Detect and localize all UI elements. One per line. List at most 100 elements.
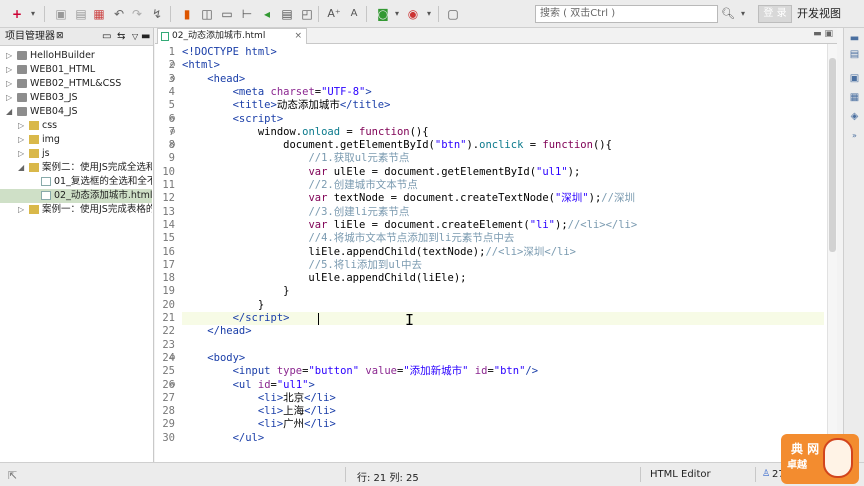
code-line[interactable]: </head> xyxy=(182,325,251,338)
code-line[interactable]: document.getElementById("btn").onclick =… xyxy=(182,139,612,152)
collapsed-arrow-icon[interactable]: ▷ xyxy=(18,203,24,217)
code-line[interactable]: <ul id="ul1"> xyxy=(182,379,315,392)
code-line[interactable]: <li>上海</li> xyxy=(182,405,336,418)
code-line[interactable]: </ul> xyxy=(182,432,265,445)
expanded-arrow-icon[interactable]: ◢ xyxy=(6,105,12,119)
fold-toggle-icon[interactable]: ⊖ xyxy=(170,113,175,126)
code-line[interactable]: <!DOCTYPE html> xyxy=(182,46,277,59)
code-line[interactable]: <li>广州</li> xyxy=(182,418,336,431)
outline-icon[interactable]: ▤ xyxy=(278,5,296,23)
maximize-icon[interactable]: ▣ xyxy=(848,72,861,85)
format-icon[interactable]: ◂ xyxy=(258,5,276,23)
tab-current-file[interactable]: 02_动态添加城市.html × xyxy=(157,28,307,44)
redo-icon[interactable]: ↷ xyxy=(128,5,146,23)
collapsed-arrow-icon[interactable]: ▷ xyxy=(6,77,12,91)
save-all-icon[interactable]: ▤ xyxy=(72,5,90,23)
structure-icon[interactable]: ▦ xyxy=(848,91,861,104)
tree-item[interactable]: ▷ WEB01_HTML xyxy=(0,63,152,77)
code-line[interactable]: //1.获取ul元素节点 xyxy=(182,152,409,165)
undo-icon[interactable]: ↶ xyxy=(110,5,128,23)
fold-toggle-icon[interactable]: ⊖ xyxy=(170,73,175,86)
tree-item[interactable]: ▷ css xyxy=(0,119,152,133)
tree-item[interactable]: ▷ js xyxy=(0,147,152,161)
code-line[interactable]: <body> xyxy=(182,352,245,365)
tree-item[interactable]: ▷ WEB02_HTML&CSS xyxy=(0,77,152,91)
menu-icon[interactable]: ▽ xyxy=(132,28,138,45)
run-icon[interactable]: ▦ xyxy=(90,5,108,23)
lowercase-icon[interactable]: A xyxy=(345,5,363,23)
login-button[interactable]: 登 录 xyxy=(758,5,792,23)
uppercase-icon[interactable]: A⁺ xyxy=(325,5,343,23)
open-file-icon[interactable]: ▭ xyxy=(218,5,236,23)
minimize-icon[interactable]: ▬ ▣ xyxy=(813,29,833,39)
minimize-icon[interactable]: ▬ xyxy=(848,32,861,45)
code-line[interactable]: <meta charset="UTF-8"> xyxy=(182,86,372,99)
code-line[interactable]: } xyxy=(182,299,264,312)
search-icon[interactable]: 🔍︎ xyxy=(720,5,736,23)
chevron-down-icon[interactable]: ▾ xyxy=(735,5,751,23)
vertical-scrollbar[interactable] xyxy=(827,44,837,462)
new-file-icon[interactable]: ◫ xyxy=(198,5,216,23)
dropdown-icon[interactable]: ▾ xyxy=(420,5,438,23)
code-line[interactable]: liEle.appendChild(textNode);//<li>深圳</li… xyxy=(182,246,576,259)
link-icon[interactable]: ⇆ xyxy=(117,28,125,45)
fold-toggle-icon[interactable]: ⊖ xyxy=(170,59,175,72)
collapse-icon[interactable]: ▭ xyxy=(102,28,111,45)
scrollbar-thumb[interactable] xyxy=(829,58,836,252)
collapsed-arrow-icon[interactable]: ▷ xyxy=(6,91,12,105)
save-icon[interactable]: ▣ xyxy=(52,5,70,23)
collapsed-arrow-icon[interactable]: ▷ xyxy=(6,49,12,63)
code-line[interactable]: //5.将li添加到ul中去 xyxy=(182,259,422,272)
code-line[interactable]: //4.将城市文本节点添加到li元素节点中去 xyxy=(182,232,514,245)
tree-item[interactable]: 01_复选框的全选和全不选.h xyxy=(0,175,152,189)
search-input[interactable]: 搜索 ( 双击Ctrl ) xyxy=(535,5,718,23)
fold-toggle-icon[interactable]: ⊖ xyxy=(170,352,175,365)
code-line[interactable]: var liEle = document.createElement("li")… xyxy=(182,219,637,232)
jump-icon[interactable]: ↯ xyxy=(148,5,166,23)
close-icon[interactable]: ⊠ xyxy=(56,28,64,45)
preview-icon[interactable]: ◰ xyxy=(298,5,316,23)
minimize-icon[interactable]: ▬ xyxy=(141,28,150,45)
tree-item[interactable]: ◢ WEB04_JS xyxy=(0,105,152,119)
collapsed-arrow-icon[interactable]: ▷ xyxy=(18,133,24,147)
fold-toggle-icon[interactable]: ⊖ xyxy=(170,126,175,139)
collapsed-arrow-icon[interactable]: ▷ xyxy=(6,63,12,77)
code-line[interactable]: <html> xyxy=(182,59,220,72)
code-line[interactable]: </script> xyxy=(182,312,290,325)
info-icon[interactable]: ▢ xyxy=(444,5,462,23)
code-area[interactable]: 1 <!DOCTYPE html> 2 ⊖ <html> 3 ⊖ <head> 4 <meta… xyxy=(155,45,837,462)
code-line[interactable]: window.onload = function(){ xyxy=(182,126,429,139)
perspective-switch[interactable]: 开发视图 xyxy=(795,5,863,23)
collapsed-arrow-icon[interactable]: ▷ xyxy=(18,119,24,133)
code-line[interactable]: var textNode = document.createTextNode("… xyxy=(182,192,635,205)
code-line[interactable]: } xyxy=(182,285,289,298)
code-line[interactable]: //2.创建城市文本节点 xyxy=(182,179,417,192)
code-line[interactable]: <script> xyxy=(182,113,284,126)
code-line[interactable]: <title>动态添加城市</title> xyxy=(182,99,391,112)
code-line[interactable]: <li>北京</li> xyxy=(182,392,336,405)
code-line[interactable]: <head> xyxy=(182,73,245,86)
tree-item[interactable]: ◢ 案例二：使用JS完成全选和全不选 xyxy=(0,161,152,175)
chevron-right-icon[interactable]: » xyxy=(848,129,861,142)
code-line[interactable]: var ulEle = document.getElementById("ul1… xyxy=(182,166,580,179)
line-number: 4 xyxy=(168,85,175,98)
tree-item[interactable]: ▷ WEB03_JS xyxy=(0,91,152,105)
bookmark-icon[interactable]: ▮ xyxy=(178,5,196,23)
back-icon[interactable]: ⊢ xyxy=(238,5,256,23)
line-number: 1 xyxy=(168,46,175,58)
close-tab-icon[interactable]: × xyxy=(294,29,302,43)
dropdown-icon[interactable]: ▾ xyxy=(24,5,42,23)
outline-icon[interactable]: ▤ xyxy=(848,48,861,61)
tree-item[interactable]: ▷ 案例一：使用JS完成表格的隔行 xyxy=(0,203,152,217)
code-line[interactable]: <input type="button" value="添加新城市" id="b… xyxy=(182,365,538,378)
tree-item[interactable]: 02_动态添加城市.html xyxy=(0,189,152,203)
tree-item[interactable]: ▷ HelloHBuilder xyxy=(0,49,152,63)
tree-item[interactable]: ▷ img xyxy=(0,133,152,147)
fold-toggle-icon[interactable]: ⊖ xyxy=(170,379,175,392)
expanded-arrow-icon[interactable]: ◢ xyxy=(18,161,24,175)
collapsed-arrow-icon[interactable]: ▷ xyxy=(18,147,24,161)
code-line[interactable]: ulEle.appendChild(liEle); xyxy=(182,272,466,285)
fold-toggle-icon[interactable]: ⊖ xyxy=(170,139,175,152)
settings-icon[interactable]: ◈ xyxy=(848,110,861,123)
code-line[interactable]: //3.创建li元素节点 xyxy=(182,206,409,219)
